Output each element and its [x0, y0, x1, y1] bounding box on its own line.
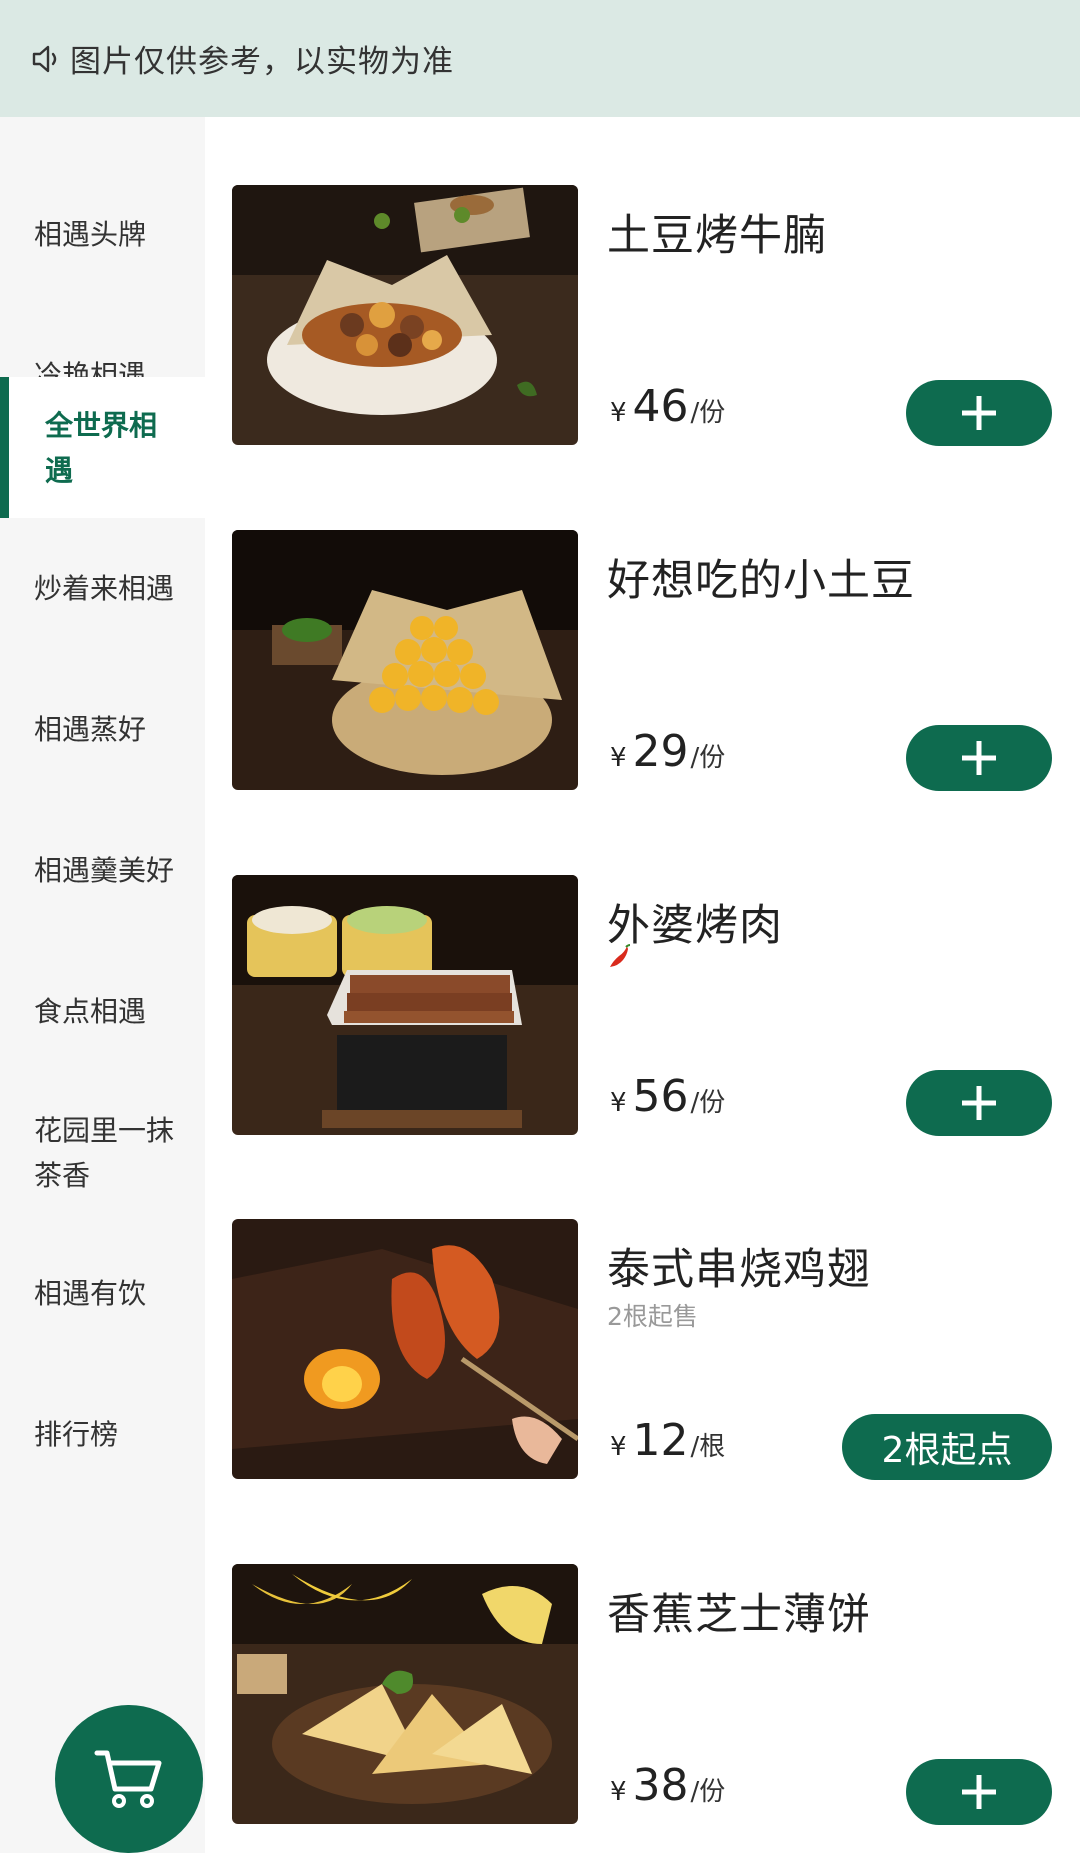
sidebar-item-label: 相遇羹美好	[34, 854, 175, 887]
product-price: ¥ 29 /份	[610, 726, 725, 777]
price-value: 38	[632, 1760, 689, 1811]
product-image[interactable]	[232, 530, 578, 790]
sidebar-item-全世界相遇[interactable]: 全世界相遇	[0, 377, 205, 518]
price-unit: /份	[690, 1088, 726, 1118]
product-image[interactable]	[232, 1219, 578, 1479]
sidebar-item-label: 炒着来相遇	[34, 572, 175, 605]
add-to-cart-button[interactable]	[906, 1759, 1052, 1825]
product-image[interactable]	[232, 185, 578, 445]
add-to-cart-button[interactable]	[906, 725, 1052, 791]
speaker-icon	[32, 45, 57, 72]
chili-icon	[610, 944, 631, 967]
sidebar-item-花园里一抹茶香[interactable]: 花园里一抹茶香	[0, 1082, 205, 1223]
sidebar-item-label: 食点相遇	[34, 995, 147, 1028]
currency-symbol: ¥	[610, 1777, 627, 1807]
sidebar-item-label: 相遇蒸好	[34, 713, 147, 746]
product-image[interactable]	[232, 1564, 578, 1824]
notice-bar: 图片仅供参考，以实物为准	[0, 0, 1080, 117]
product-price: ¥ 12 /根	[610, 1415, 725, 1466]
sidebar-item-食点相遇[interactable]: 食点相遇	[0, 941, 205, 1082]
price-value: 12	[632, 1415, 689, 1466]
product-name: 香蕉芝士薄饼	[607, 1590, 871, 1640]
category-sidebar: 相遇头牌 冷艳相遇 全世界相遇 炒着来相遇 相遇蒸好 相遇羹美好 食点相遇 花园…	[0, 117, 205, 1853]
sidebar-item-label: 排行榜	[34, 1418, 119, 1451]
sidebar-item-相遇头牌[interactable]: 相遇头牌	[0, 164, 205, 305]
add-to-cart-button[interactable]	[906, 380, 1052, 446]
cart-button[interactable]	[55, 1705, 203, 1853]
sidebar-item-label: 相遇有饮	[34, 1277, 147, 1310]
product-image[interactable]	[232, 875, 578, 1135]
sidebar-item-label: 花园里一抹茶香	[34, 1113, 175, 1192]
sidebar-item-相遇羹美好[interactable]: 相遇羹美好	[0, 800, 205, 941]
sidebar-item-相遇有饮[interactable]: 相遇有饮	[0, 1223, 205, 1364]
price-value: 29	[632, 726, 689, 777]
price-value: 46	[632, 381, 689, 432]
plus-icon	[962, 396, 996, 430]
min-order-button[interactable]: 2根起点	[842, 1414, 1052, 1480]
sidebar-item-相遇蒸好[interactable]: 相遇蒸好	[0, 659, 205, 800]
sidebar-item-排行榜[interactable]: 排行榜	[0, 1364, 205, 1505]
plus-icon	[962, 1775, 996, 1809]
product-name: 好想吃的小土豆	[607, 556, 915, 606]
product-price: ¥ 46 /份	[610, 381, 725, 432]
price-value: 56	[632, 1071, 689, 1122]
product-item[interactable]: 香蕉芝士薄饼 ¥ 38 /份	[232, 1564, 1052, 1826]
sidebar-item-炒着来相遇[interactable]: 炒着来相遇	[0, 518, 205, 659]
product-name: 泰式串烧鸡翅	[607, 1245, 871, 1295]
currency-symbol: ¥	[610, 743, 627, 773]
sidebar-item-label: 全世界相遇	[45, 408, 158, 487]
add-to-cart-button[interactable]	[906, 1070, 1052, 1136]
price-unit: /份	[690, 743, 726, 773]
product-item[interactable]: 土豆烤牛腩 ¥ 46 /份	[232, 185, 1052, 447]
product-item[interactable]: 泰式串烧鸡翅 2根起售 ¥ 12 /根 2根起点	[232, 1219, 1052, 1481]
product-name: 土豆烤牛腩	[607, 211, 827, 261]
plus-icon	[962, 741, 996, 775]
product-name: 外婆烤肉	[607, 901, 783, 951]
currency-symbol: ¥	[610, 1088, 627, 1118]
price-unit: /份	[690, 398, 726, 428]
currency-symbol: ¥	[610, 398, 627, 428]
cart-icon	[94, 1750, 162, 1808]
price-unit: /根	[690, 1432, 726, 1462]
sidebar-item-label: 相遇头牌	[34, 218, 147, 251]
plus-icon	[962, 1086, 996, 1120]
product-price: ¥ 38 /份	[610, 1760, 725, 1811]
product-item[interactable]: 外婆烤肉 ¥ 56 /份	[232, 875, 1052, 1137]
product-price: ¥ 56 /份	[610, 1071, 725, 1122]
currency-symbol: ¥	[610, 1432, 627, 1462]
notice-text: 图片仅供参考，以实物为准	[70, 44, 454, 80]
product-subtitle: 2根起售	[607, 1302, 698, 1331]
price-unit: /份	[690, 1777, 726, 1807]
product-item[interactable]: 好想吃的小土豆 ¥ 29 /份	[232, 530, 1052, 792]
